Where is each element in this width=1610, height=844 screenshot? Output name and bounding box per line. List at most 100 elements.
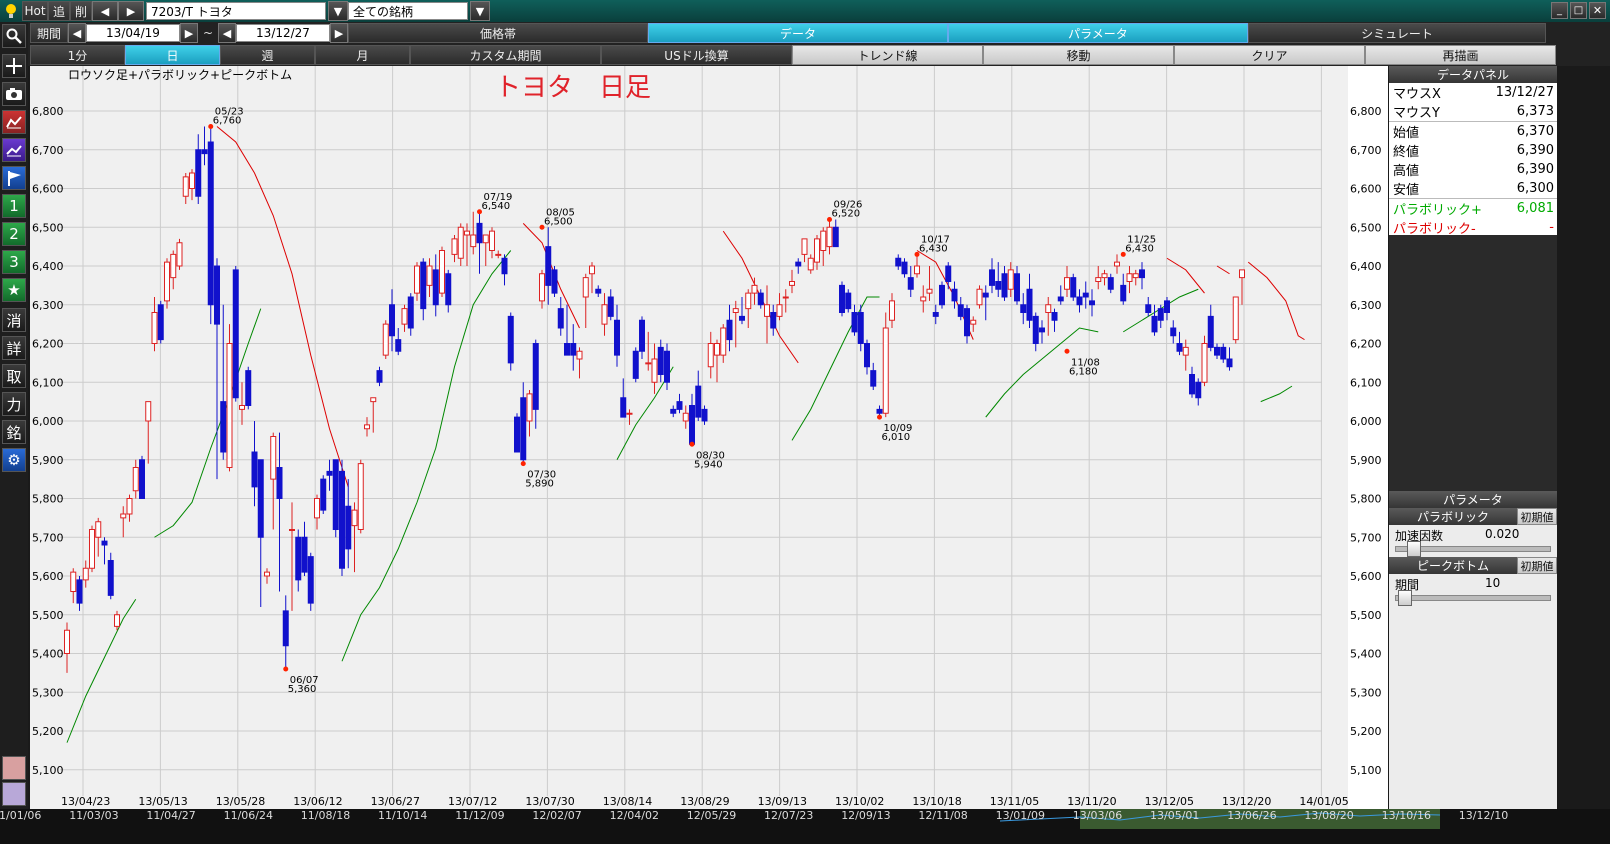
flag-icon[interactable] bbox=[2, 166, 26, 190]
add-button[interactable]: 追 bbox=[48, 1, 70, 21]
erase-button[interactable]: 消 bbox=[2, 308, 26, 332]
data-panel-row: マウスY 6,373 bbox=[1389, 102, 1557, 121]
candle-body bbox=[445, 273, 452, 306]
clear-button[interactable]: クリア bbox=[1174, 45, 1365, 65]
layout-2-button[interactable]: 2 bbox=[2, 222, 26, 246]
accel-slider-knob[interactable] bbox=[1407, 541, 1421, 557]
peak-period-slider-knob[interactable] bbox=[1398, 590, 1412, 606]
to-date-input[interactable]: 13/12/27 bbox=[236, 24, 330, 42]
data-panel-title: データパネル bbox=[1389, 66, 1557, 83]
symbol-button[interactable]: 銘 bbox=[2, 420, 26, 444]
market-select[interactable]: 全ての銘柄 bbox=[348, 2, 468, 20]
layout-1-button[interactable]: 1 bbox=[2, 194, 26, 218]
x-tick-label: 13/10/18 bbox=[912, 795, 961, 808]
candle-body bbox=[345, 505, 352, 550]
minimize-button[interactable]: _ bbox=[1551, 2, 1568, 19]
symbol-input[interactable]: 7203/T トヨタ bbox=[146, 2, 326, 20]
peak-period-slider[interactable] bbox=[1395, 595, 1551, 601]
redraw-button[interactable]: 再描画 bbox=[1365, 45, 1556, 65]
candle-body bbox=[776, 304, 783, 317]
hot-button[interactable]: Hot bbox=[22, 1, 48, 21]
candle-body bbox=[251, 451, 258, 488]
custom-period-button[interactable]: カスタム期間 bbox=[410, 45, 601, 65]
gear-icon[interactable]: ⚙ bbox=[2, 448, 26, 472]
x-tick-label: 13/07/12 bbox=[448, 795, 497, 808]
overview-bar[interactable]: 11/01/06 11/03/03 11/04/27 11/06/24 11/08/18… bbox=[0, 809, 1610, 844]
indicator-chart-icon[interactable] bbox=[2, 138, 26, 162]
tf-month-button[interactable]: 月 bbox=[315, 45, 410, 65]
data-panel-row-label: マウスX bbox=[1393, 87, 1441, 102]
usd-convert-button[interactable]: USドル換算 bbox=[601, 45, 792, 65]
market-dropdown-button[interactable]: ▼ bbox=[470, 1, 490, 21]
params-button[interactable]: パラメータ bbox=[948, 23, 1248, 43]
subchart-icon-1[interactable] bbox=[2, 756, 26, 780]
move-button[interactable]: 移動 bbox=[983, 45, 1174, 65]
from-prev-button[interactable]: ◀ bbox=[68, 23, 86, 43]
candle-body bbox=[657, 346, 664, 375]
line-chart-icon[interactable] bbox=[2, 110, 26, 134]
symbol-dropdown-button[interactable]: ▼ bbox=[328, 1, 348, 21]
candle-body bbox=[1232, 296, 1239, 341]
candle-body bbox=[1239, 269, 1245, 279]
from-date-input[interactable]: 13/04/19 bbox=[86, 24, 180, 42]
candlestick-chart[interactable]: 5,100 5,100 5,200 5,200 5,300 5,300 5,400 5,400… bbox=[30, 66, 1388, 809]
candle-body bbox=[414, 265, 420, 294]
star-icon[interactable]: ★ bbox=[2, 278, 26, 302]
candle-body bbox=[645, 362, 652, 365]
input-button[interactable]: 力 bbox=[2, 392, 26, 416]
close-button[interactable]: ✕ bbox=[1589, 2, 1606, 19]
candle-body bbox=[964, 308, 970, 337]
candle-body bbox=[1001, 273, 1008, 298]
psar-plus-label: パラボリック+ bbox=[1393, 203, 1482, 218]
overview-date-label: 12/02/07 bbox=[532, 809, 582, 822]
camera-icon[interactable] bbox=[2, 82, 26, 106]
from-next-button[interactable]: ▶ bbox=[180, 23, 198, 43]
search-icon[interactable] bbox=[2, 24, 26, 48]
tf-1min-button[interactable]: 1分 bbox=[30, 45, 125, 65]
tf-week-button[interactable]: 週 bbox=[220, 45, 315, 65]
crosshair-icon[interactable] bbox=[2, 54, 26, 78]
peak-reset-button[interactable]: 初期値 bbox=[1517, 557, 1557, 574]
candle-body bbox=[545, 246, 552, 286]
candle-body bbox=[151, 312, 158, 344]
y-tick-label: 6,000 bbox=[32, 415, 64, 428]
candle-body bbox=[576, 350, 583, 360]
candle-body bbox=[1039, 327, 1045, 333]
maximize-button[interactable]: □ bbox=[1570, 2, 1587, 19]
to-prev-button[interactable]: ◀ bbox=[218, 23, 236, 43]
chart-area[interactable]: 5,100 5,100 5,200 5,200 5,300 5,300 5,400 5,400… bbox=[30, 66, 1388, 809]
tf-day-button[interactable]: 日 bbox=[125, 45, 220, 65]
simulate-button[interactable]: シミュレート bbox=[1248, 23, 1546, 43]
data-panel-row: 終値 6,390 bbox=[1389, 141, 1557, 160]
layout-3-button[interactable]: 3 bbox=[2, 250, 26, 274]
psar-reset-button[interactable]: 初期値 bbox=[1517, 508, 1557, 525]
to-next-button[interactable]: ▶ bbox=[330, 23, 348, 43]
candle-body bbox=[1139, 269, 1145, 279]
candle-body bbox=[220, 401, 227, 453]
candle-body bbox=[489, 230, 495, 251]
date-separator: ~ bbox=[202, 26, 214, 40]
candle-body bbox=[551, 269, 558, 294]
peak-marker bbox=[1064, 348, 1070, 354]
candle-body bbox=[139, 459, 145, 499]
prev-symbol-button[interactable]: ◀ bbox=[92, 1, 118, 21]
candle-body bbox=[720, 327, 727, 356]
x-tick-label: 13/12/05 bbox=[1145, 795, 1194, 808]
y-tick-label-right: 5,900 bbox=[1350, 454, 1382, 467]
x-tick-label: 13/07/30 bbox=[525, 795, 574, 808]
candle-body bbox=[670, 408, 677, 414]
candle-body bbox=[1020, 304, 1027, 313]
price-band-button[interactable]: 価格帯 bbox=[348, 23, 648, 43]
candle-body bbox=[870, 370, 877, 387]
candle-body bbox=[114, 614, 120, 627]
delete-button[interactable]: 削 bbox=[70, 1, 92, 21]
trendline-button[interactable]: トレンド線 bbox=[792, 45, 983, 65]
subchart-icon-2[interactable] bbox=[2, 782, 26, 806]
next-symbol-button[interactable]: ▶ bbox=[118, 1, 144, 21]
candle-body bbox=[145, 401, 152, 422]
fetch-button[interactable]: 取 bbox=[2, 364, 26, 388]
candle-body bbox=[1064, 277, 1070, 290]
lightbulb-icon[interactable] bbox=[0, 0, 22, 22]
detail-button[interactable]: 詳 bbox=[2, 336, 26, 360]
data-button[interactable]: データ bbox=[648, 23, 948, 43]
